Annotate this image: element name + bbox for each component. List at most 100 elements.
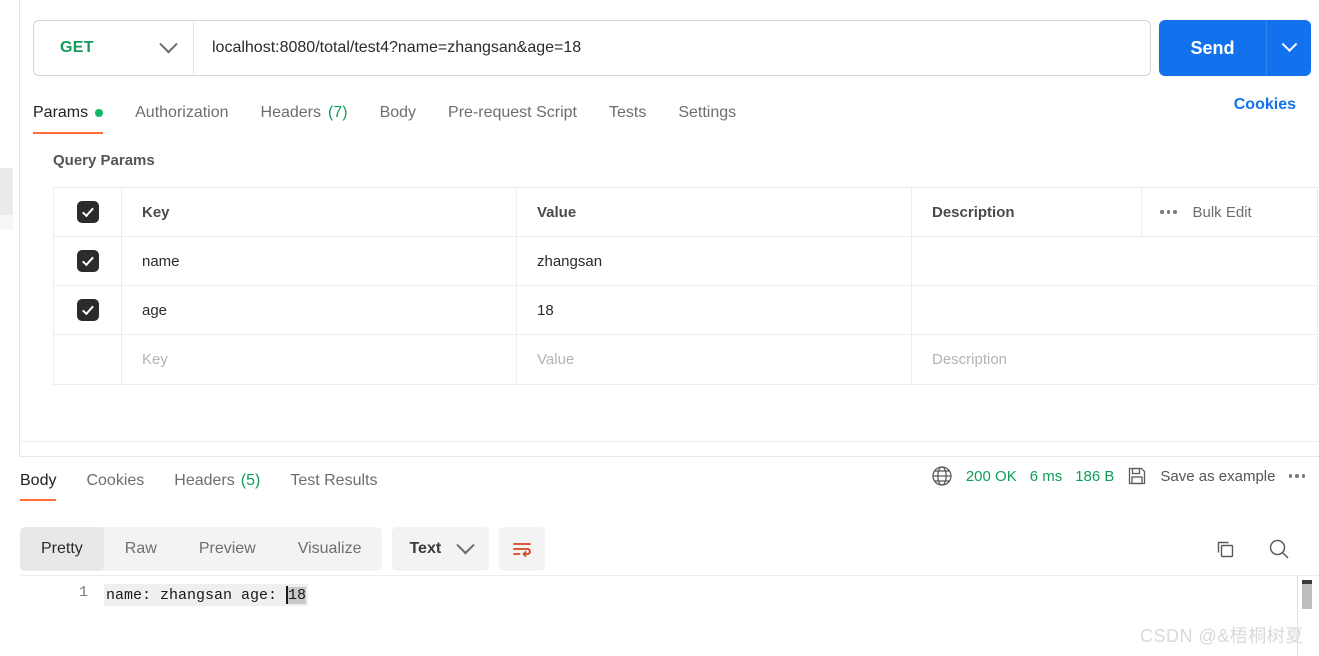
send-group: Send xyxy=(1159,20,1311,76)
table-row[interactable]: name zhangsan xyxy=(54,237,1317,286)
table-header-row: Key Value Description Bulk Edit xyxy=(54,188,1317,237)
tab-body[interactable]: Body xyxy=(380,96,416,134)
param-description[interactable] xyxy=(912,286,1317,334)
checkbox-checked-icon[interactable] xyxy=(76,299,99,321)
response-tab-headers-label: Headers xyxy=(174,472,235,489)
http-method-select[interactable]: GET xyxy=(34,21,194,75)
format-raw-button[interactable]: Raw xyxy=(104,527,178,571)
method-url-box: GET xyxy=(33,20,1151,76)
url-bar: GET Send xyxy=(33,20,1311,76)
response-type-label: Text xyxy=(409,540,442,557)
more-options-icon[interactable] xyxy=(1160,210,1177,214)
tab-authorization-label: Authorization xyxy=(135,104,229,121)
param-description-placeholder[interactable]: Description xyxy=(912,335,1317,384)
format-preview-button[interactable]: Preview xyxy=(178,527,277,571)
param-key-placeholder[interactable]: Key xyxy=(122,335,517,384)
save-as-example-button[interactable]: Save as example xyxy=(1160,468,1275,485)
param-description[interactable] xyxy=(912,237,1317,285)
tab-headers-count: (7) xyxy=(328,104,348,121)
cookies-link[interactable]: Cookies xyxy=(1234,96,1296,118)
http-method-label: GET xyxy=(60,39,94,56)
select-all-checkbox-cell[interactable] xyxy=(54,188,122,236)
column-header-key: Key xyxy=(122,188,517,236)
pane-splitter[interactable] xyxy=(20,441,1319,456)
row-checkbox-cell[interactable] xyxy=(54,237,122,285)
response-tab-body[interactable]: Body xyxy=(20,465,57,501)
wrap-text-button[interactable] xyxy=(499,527,546,571)
tab-settings-label: Settings xyxy=(678,104,737,121)
sidebar-scroll-thumb[interactable] xyxy=(0,168,13,215)
format-pretty-button[interactable]: Pretty xyxy=(20,527,104,571)
param-value[interactable]: 18 xyxy=(517,286,912,334)
param-value-placeholder[interactable]: Value xyxy=(517,335,912,384)
response-size: 186 B xyxy=(1075,467,1115,485)
save-icon[interactable] xyxy=(1127,466,1147,486)
format-visualize-button[interactable]: Visualize xyxy=(277,527,383,571)
response-tab-headers[interactable]: Headers (5) xyxy=(174,465,260,501)
response-type-select[interactable]: Text xyxy=(392,527,490,571)
tab-pre-request-script[interactable]: Pre-request Script xyxy=(448,96,577,134)
response-format-group: Pretty Raw Preview Visualize xyxy=(20,527,383,571)
checkbox-checked-icon[interactable] xyxy=(76,250,99,272)
tab-params-label: Params xyxy=(33,104,89,121)
bulk-actions: Bulk Edit xyxy=(1141,188,1317,236)
row-checkbox-cell-empty[interactable] xyxy=(54,335,122,384)
response-tab-body-label: Body xyxy=(20,472,57,489)
tab-tests[interactable]: Tests xyxy=(609,96,646,134)
response-tab-headers-count: (5) xyxy=(240,472,261,489)
send-button[interactable]: Send xyxy=(1159,20,1267,76)
tab-authorization[interactable]: Authorization xyxy=(135,96,228,134)
response-body-selected-text: 18 xyxy=(288,586,307,604)
status-code: 200 OK xyxy=(965,467,1017,485)
response-tab-test-results[interactable]: Test Results xyxy=(290,465,377,501)
chevron-down-icon xyxy=(159,34,178,53)
tab-pre-request-script-label: Pre-request Script xyxy=(448,104,577,121)
tab-headers[interactable]: Headers (7) xyxy=(261,96,348,134)
query-params-title: Query Params xyxy=(53,152,155,169)
bulk-edit-button[interactable]: Bulk Edit xyxy=(1193,204,1252,221)
response-body-text: name: zhangsan age: xyxy=(106,586,287,604)
line-number-gutter: 1 xyxy=(20,576,104,656)
tab-params[interactable]: Params xyxy=(33,96,104,134)
code-scrollbar-thumb[interactable] xyxy=(1302,584,1312,609)
copy-icon[interactable] xyxy=(1214,538,1237,561)
tab-tests-label: Tests xyxy=(608,104,647,121)
column-header-value: Value xyxy=(517,188,912,236)
param-value[interactable]: zhangsan xyxy=(517,237,912,285)
request-pane: GET Send Params Authorization Headers (7… xyxy=(20,0,1319,441)
tab-settings[interactable]: Settings xyxy=(678,96,736,134)
globe-icon[interactable] xyxy=(931,465,953,487)
search-icon[interactable] xyxy=(1267,537,1291,561)
send-options-button[interactable] xyxy=(1267,20,1311,76)
table-row-new[interactable]: Key Value Description xyxy=(54,335,1317,384)
tab-body-label: Body xyxy=(379,104,417,121)
query-params-table: Key Value Description Bulk Edit name zha… xyxy=(53,187,1318,385)
response-tabs: Body Cookies Headers (5) Test Results 20… xyxy=(20,465,1319,505)
response-body-code-area[interactable]: 1 name: zhangsan age: 18 xyxy=(20,575,1319,656)
response-viewer-toolbar: Pretty Raw Preview Visualize Text xyxy=(20,525,1319,573)
response-tab-cookies-label: Cookies xyxy=(86,472,145,489)
chevron-down-icon xyxy=(1281,35,1297,52)
table-row[interactable]: age 18 xyxy=(54,286,1317,335)
response-more-options-icon[interactable] xyxy=(1288,474,1305,478)
column-header-description: Description xyxy=(932,203,1015,221)
response-meta: 200 OK 6 ms 186 B Save as example xyxy=(931,465,1319,487)
checkbox-checked-icon[interactable] xyxy=(76,201,99,223)
tab-headers-label: Headers xyxy=(260,104,321,121)
line-number: 1 xyxy=(78,584,88,601)
response-tab-cookies[interactable]: Cookies xyxy=(86,465,144,501)
request-tabs: Params Authorization Headers (7) Body Pr… xyxy=(33,96,1306,134)
response-body-line[interactable]: name: zhangsan age: 18 xyxy=(104,584,309,606)
watermark: CSDN @&梧桐树夏 xyxy=(1140,626,1304,646)
response-viewer-actions xyxy=(1214,537,1319,561)
unsaved-dot-icon xyxy=(95,109,104,117)
param-key[interactable]: name xyxy=(122,237,517,285)
row-checkbox-cell[interactable] xyxy=(54,286,122,334)
response-tab-test-results-label: Test Results xyxy=(290,472,378,489)
sidebar-scroll-track[interactable] xyxy=(0,215,13,230)
response-time: 6 ms xyxy=(1029,467,1063,485)
chevron-down-icon xyxy=(456,535,475,554)
param-key[interactable]: age xyxy=(122,286,517,334)
url-input[interactable] xyxy=(194,21,1150,75)
response-pane: Body Cookies Headers (5) Test Results 20… xyxy=(0,457,1319,656)
